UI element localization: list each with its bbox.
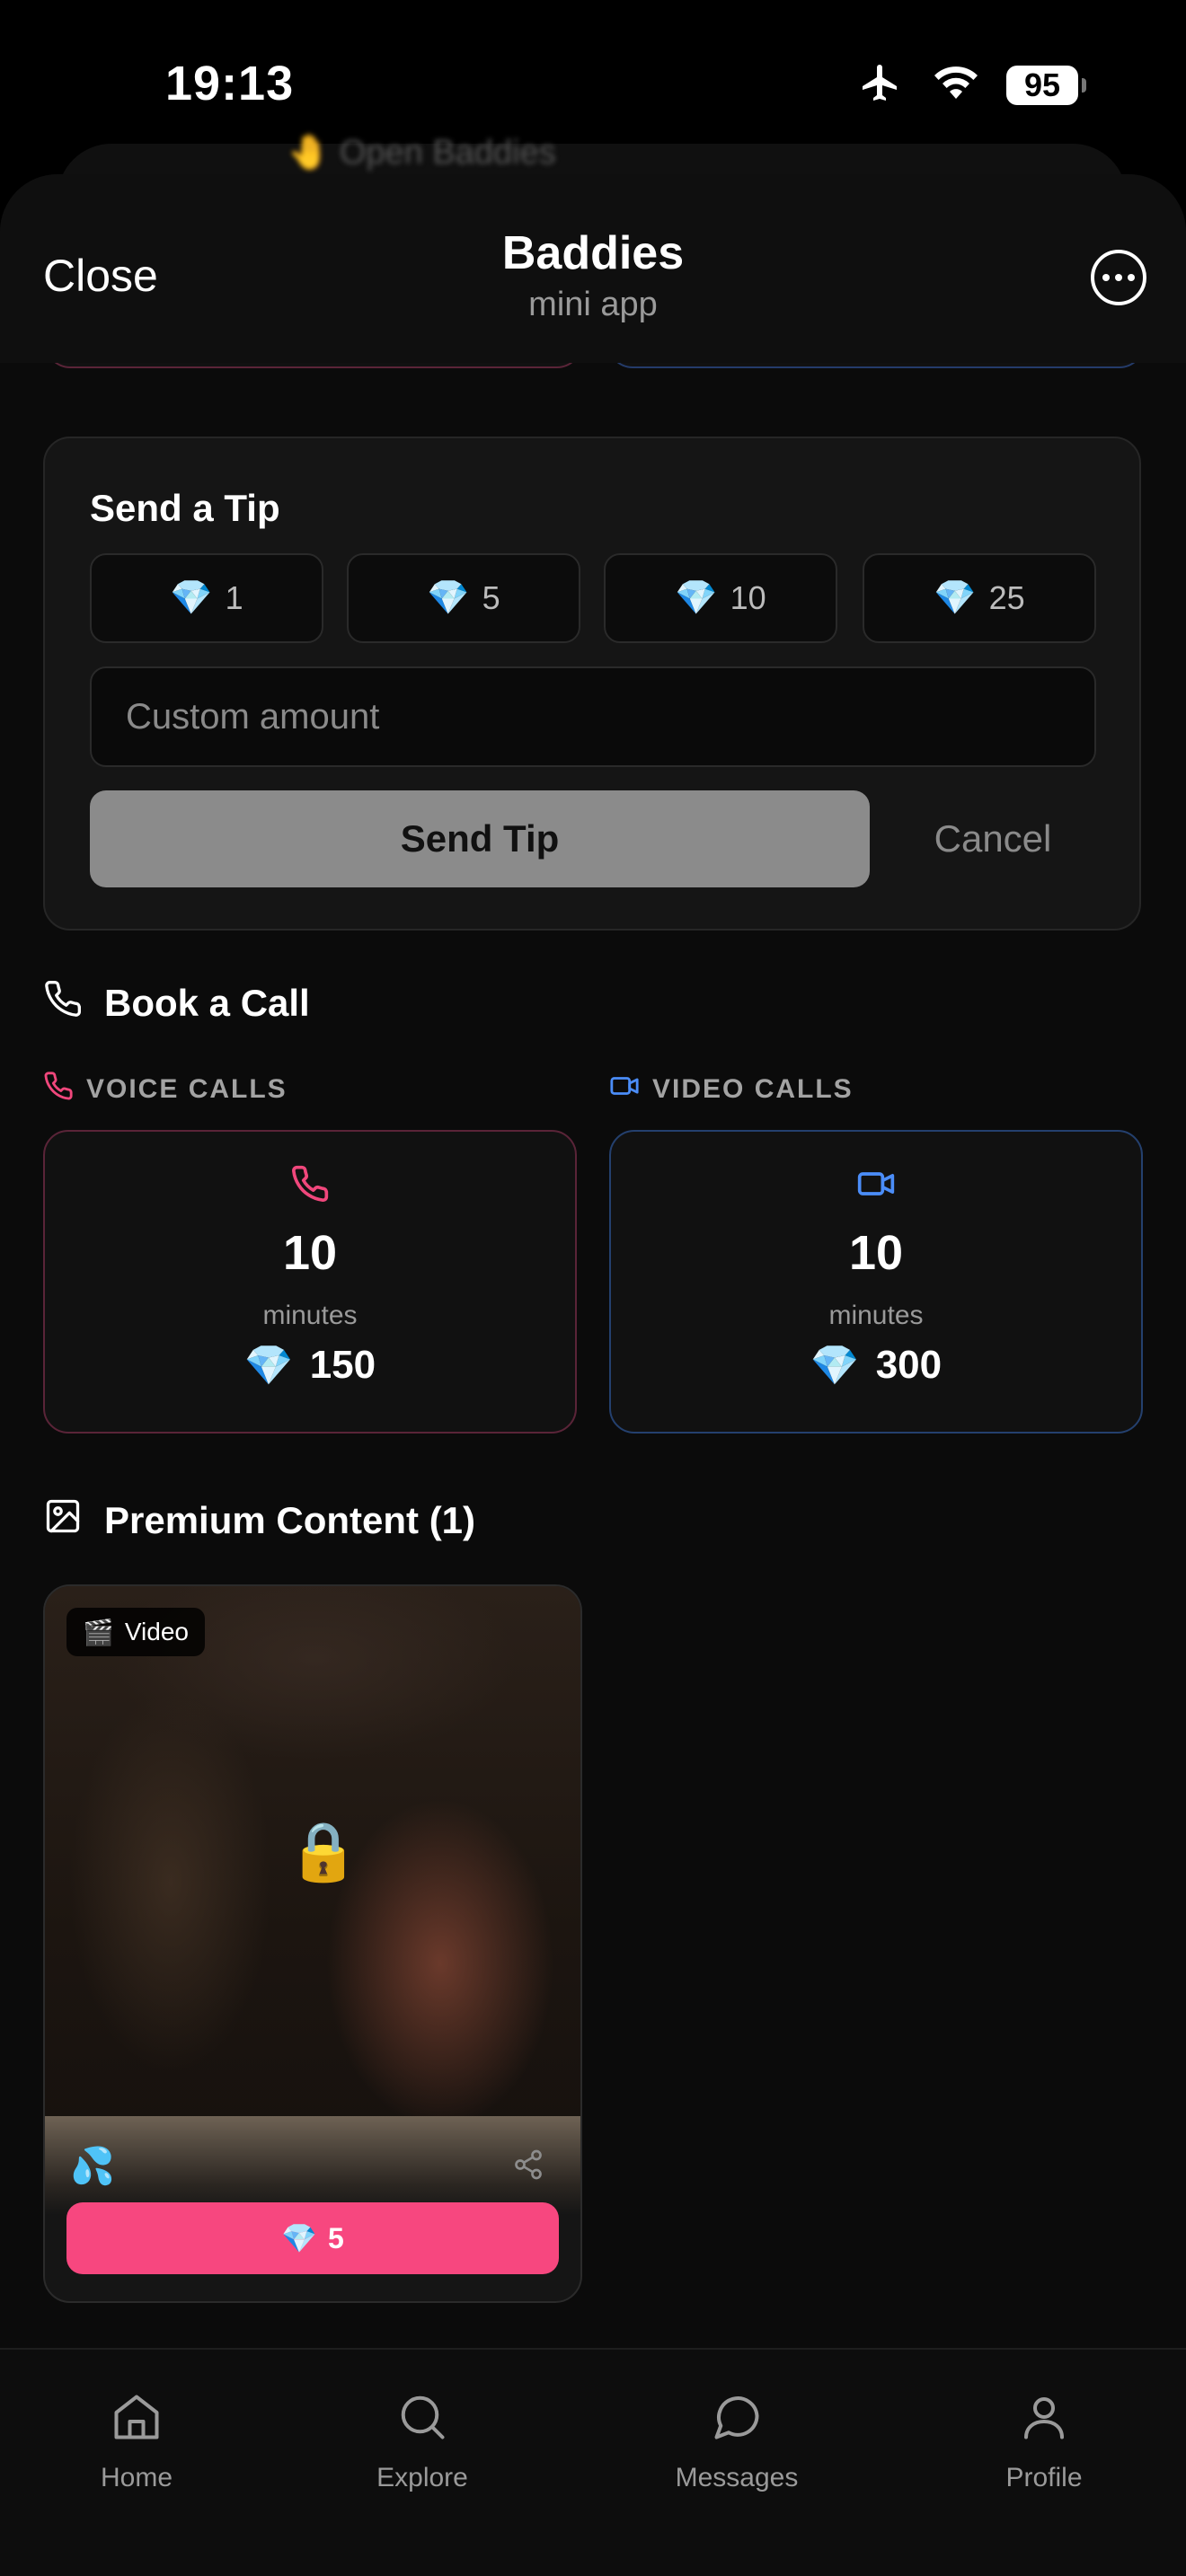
profile-icon xyxy=(936,2386,1152,2448)
app-subtitle: mini app xyxy=(528,286,658,323)
mini-app-header: Close Baddies mini app xyxy=(0,174,1186,363)
image-icon xyxy=(43,1496,83,1545)
premium-heading: Premium Content (1) xyxy=(43,1496,475,1545)
book-call-title: Book a Call xyxy=(104,982,310,1024)
nav-home[interactable]: Home xyxy=(29,2386,244,2493)
gem-icon: 💎 xyxy=(675,579,718,617)
call-minutes-unit: minutes xyxy=(262,1301,358,1330)
video-calls-heading: VIDEO CALLS xyxy=(609,1071,854,1108)
nav-explore[interactable]: Explore xyxy=(314,2386,530,2493)
video-call-option[interactable]: 10 minutes 💎 300 xyxy=(609,1130,1143,1434)
unlock-button[interactable]: 💎 5 xyxy=(66,2202,559,2274)
status-icons: 95 xyxy=(855,61,1086,109)
airplane-icon xyxy=(855,61,906,109)
clapper-icon: 🎬 xyxy=(83,1618,114,1646)
tip-amount-label: 10 xyxy=(730,579,766,616)
call-price: 💎 150 xyxy=(45,1342,575,1389)
chat-icon xyxy=(629,2386,845,2448)
cancel-button[interactable]: Cancel xyxy=(890,790,1096,887)
status-time: 19:13 xyxy=(165,57,295,110)
voice-call-option[interactable]: 10 minutes 💎 150 xyxy=(43,1130,577,1434)
video-badge-label: Video xyxy=(124,1618,189,1645)
gem-icon: 💎 xyxy=(281,2222,318,2254)
tip-amount-label: 25 xyxy=(988,579,1025,616)
tip-title: Send a Tip xyxy=(90,487,280,529)
nav-explore-label: Explore xyxy=(376,2463,468,2492)
wifi-icon xyxy=(929,62,983,108)
video-badge: 🎬 Video xyxy=(66,1608,205,1656)
unlock-price: 5 xyxy=(328,2221,344,2254)
droplets-icon: 💦 xyxy=(70,2147,115,2186)
gem-icon: 💎 xyxy=(810,1344,860,1388)
phone-icon xyxy=(43,1071,74,1108)
home-icon xyxy=(29,2386,244,2448)
call-price-value: 300 xyxy=(875,1343,943,1387)
mini-app-sheet: Close Baddies mini app Send a Tip 💎 1 💎 … xyxy=(0,174,1186,2576)
nav-messages-label: Messages xyxy=(675,2463,799,2492)
tip-amount-label: 5 xyxy=(482,579,500,616)
phone-icon xyxy=(45,1164,575,1204)
premium-content-card[interactable]: 🎬 Video 🔒 💦 💎 5 xyxy=(43,1584,582,2303)
video-calls-label: VIDEO CALLS xyxy=(652,1074,854,1104)
call-price: 💎 300 xyxy=(611,1342,1141,1389)
video-camera-icon xyxy=(611,1164,1141,1204)
preview-fade xyxy=(45,2116,580,2215)
call-minutes: 10 xyxy=(848,1226,904,1280)
battery-icon: 95 xyxy=(1006,65,1086,105)
send-tip-card: Send a Tip 💎 1 💎 5 💎 10 💎 25 Send Tip Ca… xyxy=(43,437,1141,931)
search-icon xyxy=(314,2386,530,2448)
gem-icon: 💎 xyxy=(243,1344,294,1388)
background-app-peek-text: 🤚 Open Baddies xyxy=(288,134,556,172)
bottom-nav: Home Explore Messages Profile xyxy=(0,2348,1186,2576)
gem-icon: 💎 xyxy=(427,579,470,617)
lock-icon: 🔒 xyxy=(288,1819,359,1883)
nav-profile[interactable]: Profile xyxy=(936,2386,1152,2493)
premium-title: Premium Content (1) xyxy=(104,1499,476,1541)
call-price-value: 150 xyxy=(309,1343,376,1387)
call-minutes-unit: minutes xyxy=(828,1301,924,1330)
status-bar: 19:13 95 xyxy=(0,0,1186,153)
nav-home-label: Home xyxy=(100,2463,173,2492)
share-icon[interactable] xyxy=(512,2148,544,2185)
tip-amount-button[interactable]: 💎 1 xyxy=(90,553,323,643)
voice-calls-label: VOICE CALLS xyxy=(86,1074,288,1104)
more-icon[interactable] xyxy=(1091,250,1146,305)
nav-messages[interactable]: Messages xyxy=(629,2386,845,2493)
tip-amount-button[interactable]: 💎 10 xyxy=(604,553,837,643)
tip-amount-button[interactable]: 💎 25 xyxy=(863,553,1096,643)
app-title: Baddies xyxy=(501,227,685,279)
call-minutes: 10 xyxy=(282,1226,338,1280)
nav-profile-label: Profile xyxy=(1005,2463,1083,2492)
book-call-heading: Book a Call xyxy=(43,979,310,1028)
tip-amount-label: 1 xyxy=(225,579,243,616)
send-tip-button[interactable]: Send Tip xyxy=(90,790,870,887)
gem-icon: 💎 xyxy=(934,579,977,617)
custom-amount-input[interactable] xyxy=(90,666,1096,767)
voice-calls-heading: VOICE CALLS xyxy=(43,1071,288,1108)
video-camera-icon xyxy=(609,1071,640,1108)
gem-icon: 💎 xyxy=(170,579,213,617)
tip-amount-button[interactable]: 💎 5 xyxy=(347,553,580,643)
phone-icon xyxy=(43,979,83,1028)
